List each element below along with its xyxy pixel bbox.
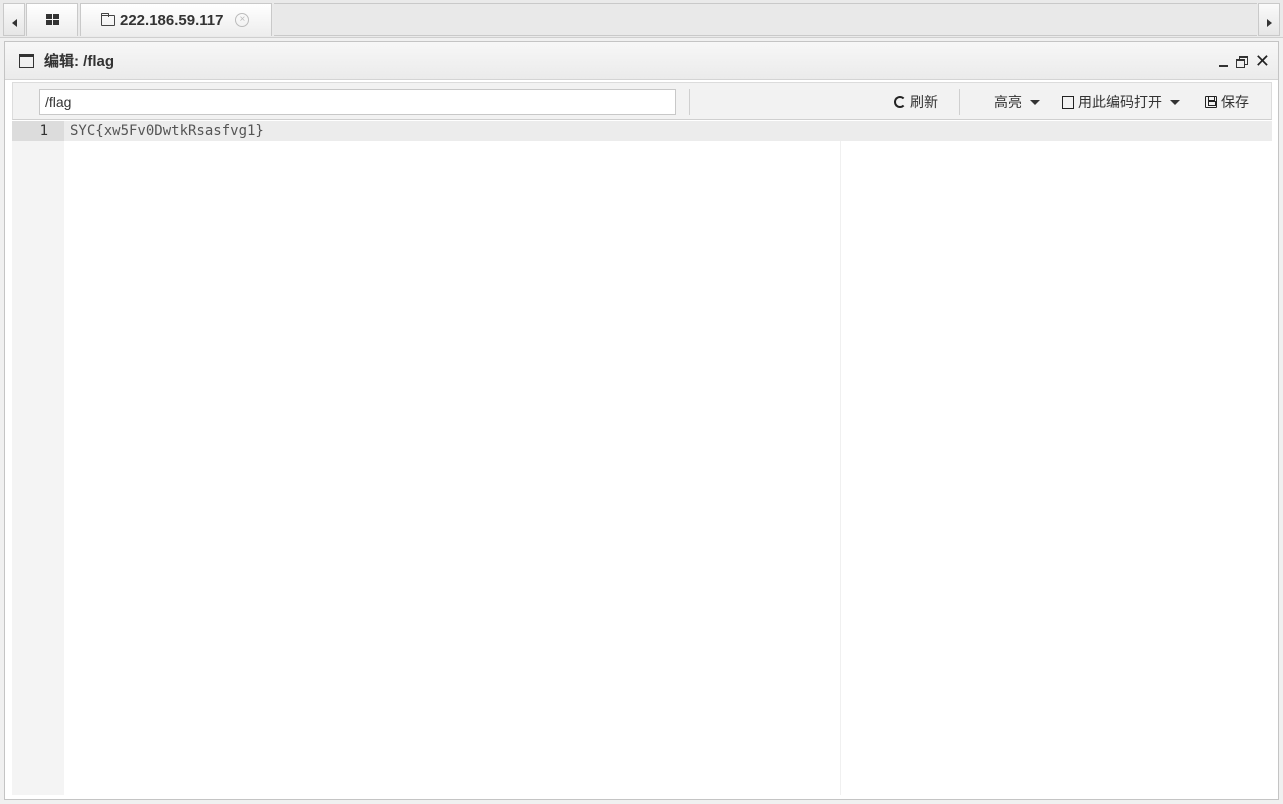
code-line[interactable]: SYC{xw5Fv0DwtkRsasfvg1} xyxy=(70,121,264,141)
scroll-tabs-left-button[interactable] xyxy=(3,3,25,36)
caret-down-icon xyxy=(1170,99,1180,105)
toolbar-divider xyxy=(959,89,960,115)
window-title: 编辑: /flag xyxy=(44,53,114,70)
save-icon xyxy=(1205,96,1217,108)
minimize-icon[interactable] xyxy=(1218,56,1228,67)
tab-home[interactable] xyxy=(26,3,78,36)
list-icon xyxy=(976,97,990,108)
tab-host-label: 222.186.59.117 xyxy=(120,11,224,29)
grid-icon xyxy=(45,14,59,26)
caret-down-icon xyxy=(1030,99,1040,105)
line-number-gutter xyxy=(12,121,64,795)
arrow-right-icon xyxy=(1266,18,1272,27)
arrow-left-icon xyxy=(11,18,17,27)
tab-host[interactable]: 222.186.59.117 × xyxy=(80,3,272,36)
highlight-dropdown-button[interactable]: 高亮 xyxy=(976,92,1040,112)
tab-close-icon[interactable]: × xyxy=(235,13,250,27)
folder-icon xyxy=(101,13,115,26)
tab-bar-empty-area xyxy=(274,3,1257,36)
window-icon xyxy=(19,53,34,68)
editor-toolbar: 刷新 高亮 用此编码打开 保存 xyxy=(12,82,1272,120)
tab-bar: 222.186.59.117 × xyxy=(0,0,1283,38)
open-with-encoding-label: 用此编码打开 xyxy=(1078,94,1162,110)
print-margin xyxy=(840,141,841,795)
window-header[interactable]: 编辑: /flag ✕ xyxy=(5,42,1278,80)
save-button[interactable]: 保存 xyxy=(1205,92,1249,112)
close-icon[interactable]: ✕ xyxy=(1255,52,1270,70)
save-label: 保存 xyxy=(1221,94,1249,110)
file-path-input[interactable] xyxy=(39,89,676,115)
code-editor[interactable]: 1 SYC{xw5Fv0DwtkRsasfvg1} xyxy=(12,121,1272,795)
scroll-tabs-right-button[interactable] xyxy=(1258,3,1280,36)
editor-window: 编辑: /flag ✕ 刷新 高亮 用此编码打开 保存 xyxy=(4,41,1279,800)
line-number: 1 xyxy=(39,123,48,139)
window-controls: ✕ xyxy=(1218,52,1270,70)
open-with-encoding-dropdown-button[interactable]: 用此编码打开 xyxy=(1062,92,1180,112)
highlight-label: 高亮 xyxy=(994,94,1022,110)
toolbar-divider xyxy=(689,89,690,115)
refresh-button[interactable]: 刷新 xyxy=(894,92,938,112)
refresh-label: 刷新 xyxy=(910,94,938,110)
restore-icon[interactable] xyxy=(1235,56,1248,68)
refresh-icon xyxy=(894,96,906,108)
encoding-file-icon xyxy=(1062,95,1074,109)
